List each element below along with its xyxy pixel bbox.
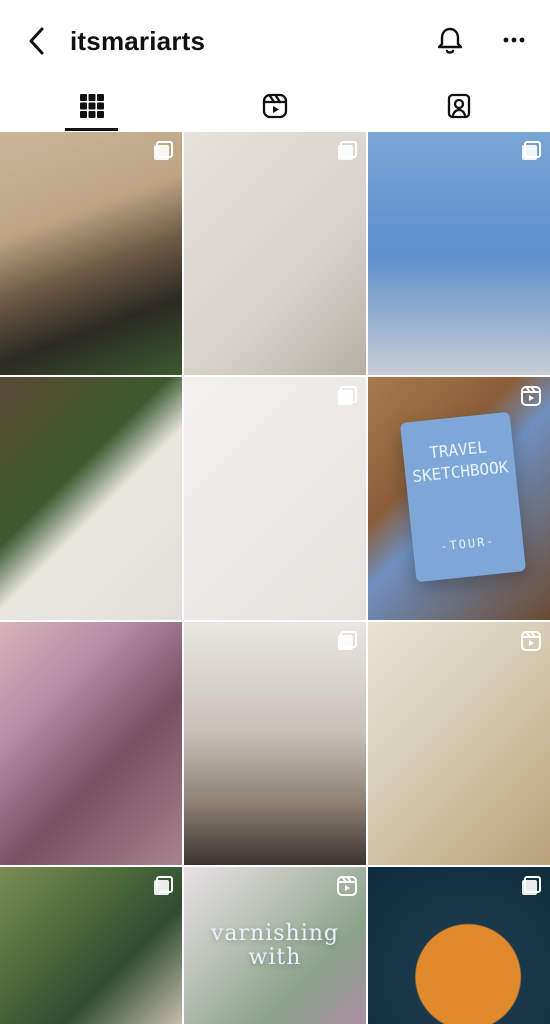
tab-reels[interactable]	[183, 82, 366, 130]
multiple-posts-icon	[336, 140, 358, 162]
post-tile[interactable]	[184, 377, 366, 620]
more-horizontal-icon	[503, 37, 525, 43]
tour-word: -TOUR-	[439, 533, 497, 554]
travel-sketchbook-cover: TRAVEL SKETCHBOOK -TOUR-	[399, 411, 527, 583]
overlay-word-2: with	[248, 944, 302, 970]
profile-username: itsmariarts	[70, 26, 206, 56]
grid-icon	[79, 94, 104, 118]
overlay-word-1: varnishing	[210, 920, 339, 946]
tagged-icon	[447, 93, 470, 119]
post-tile[interactable]	[0, 867, 182, 1024]
post-tile[interactable]	[0, 132, 182, 375]
travel-sketchbook-title: TRAVEL SKETCHBOOK	[402, 434, 516, 489]
tab-grid[interactable]	[0, 82, 183, 130]
post-tile[interactable]	[368, 867, 550, 1024]
multiple-posts-icon	[520, 875, 542, 897]
post-tile[interactable]: TRAVEL SKETCHBOOK -TOUR-	[368, 377, 550, 620]
back-button[interactable]	[24, 24, 52, 58]
multiple-posts-icon	[336, 385, 358, 407]
post-tile[interactable]: varnishing with	[184, 867, 366, 1024]
post-tile[interactable]	[184, 622, 366, 865]
multiple-posts-icon	[336, 630, 358, 652]
multiple-posts-icon	[520, 140, 542, 162]
bell-icon	[437, 27, 463, 54]
reel-icon	[520, 385, 542, 407]
post-tile[interactable]	[0, 377, 182, 620]
reels-icon	[262, 93, 287, 119]
post-tile[interactable]	[0, 622, 182, 865]
notifications-button[interactable]	[433, 23, 467, 57]
multiple-posts-icon	[152, 875, 174, 897]
post-tile[interactable]	[184, 132, 366, 375]
posts-grid: TRAVEL SKETCHBOOK -TOUR- varnishing with	[0, 132, 550, 1024]
reel-icon	[336, 875, 358, 897]
tab-tagged[interactable]	[367, 82, 550, 130]
multiple-posts-icon	[152, 140, 174, 162]
active-tab-indicator	[65, 128, 118, 131]
chevron-left-icon	[29, 27, 44, 55]
more-options-button[interactable]	[500, 26, 528, 54]
reel-icon	[520, 630, 542, 652]
post-tile[interactable]	[368, 622, 550, 865]
top-app-bar: itsmariarts	[0, 0, 550, 80]
post-tile[interactable]	[368, 132, 550, 375]
profile-tabs	[0, 82, 550, 130]
